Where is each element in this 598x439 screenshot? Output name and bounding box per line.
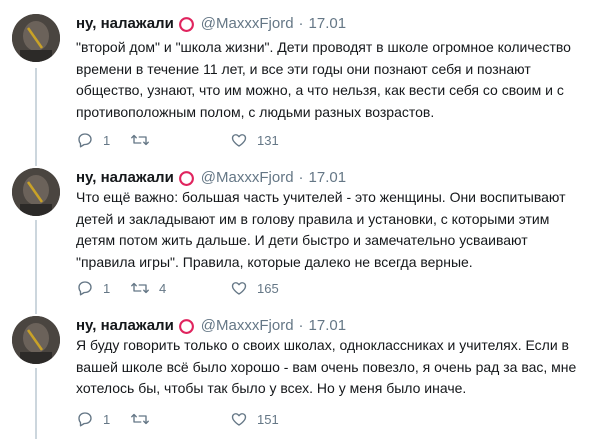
tweet[interactable]: ну, налажали @MaxxxFjord · 17.01 Что ещё…: [0, 160, 598, 308]
user-handle[interactable]: @MaxxxFjord: [201, 14, 294, 34]
thread-line: [35, 220, 37, 308]
timestamp[interactable]: 17.01: [309, 316, 347, 336]
like-count: 165: [257, 280, 279, 296]
avatar[interactable]: [12, 14, 60, 62]
retweet-button[interactable]: [130, 410, 230, 428]
like-icon: [231, 134, 247, 147]
reply-count: 1: [103, 280, 111, 296]
reply-count: 1: [103, 132, 111, 148]
reply-button[interactable]: 1: [76, 279, 130, 297]
like-count: 151: [257, 411, 279, 427]
thread-line: [35, 68, 37, 160]
separator: ·: [298, 169, 304, 186]
avatar[interactable]: [12, 168, 60, 216]
tweet[interactable]: ну, налажали @MaxxxFjord · 17.01 Я буду …: [0, 308, 598, 439]
tweet-text: "второй дом" и "школа жизни". Дети прово…: [76, 39, 571, 120]
retweet-icon: [131, 282, 149, 294]
red-circle-icon: [178, 16, 194, 32]
reply-icon: [78, 133, 92, 148]
timestamp[interactable]: 17.01: [309, 14, 347, 34]
like-count: 131: [257, 132, 279, 148]
reply-button[interactable]: 1: [76, 410, 130, 428]
reply-icon: [78, 412, 92, 427]
retweet-icon: [131, 134, 149, 146]
reply-icon: [78, 281, 92, 296]
tweet[interactable]: ну, налажали @MaxxxFjord · 17.01 "второй…: [0, 0, 598, 160]
display-name[interactable]: ну, налажали: [76, 14, 174, 34]
separator: ·: [298, 15, 304, 32]
retweet-button[interactable]: [130, 131, 230, 149]
user-handle[interactable]: @MaxxxFjord: [201, 168, 294, 188]
thread-line: [35, 160, 37, 166]
separator: ·: [298, 317, 304, 334]
retweet-count: 4: [159, 280, 167, 296]
display-name[interactable]: ну, налажали: [76, 168, 174, 188]
tweet-actions: 1 151: [76, 408, 279, 430]
user-handle[interactable]: @MaxxxFjord: [201, 316, 294, 336]
tweet-text: Что ещё важно: большая часть учителей - …: [76, 189, 566, 270]
like-button[interactable]: 151: [230, 410, 279, 428]
retweet-icon: [131, 413, 149, 425]
reply-count: 1: [103, 411, 111, 427]
retweet-button[interactable]: 4: [130, 279, 230, 297]
like-icon: [231, 282, 247, 295]
like-icon: [231, 413, 247, 426]
timestamp[interactable]: 17.01: [309, 168, 347, 188]
like-button[interactable]: 131: [230, 131, 279, 149]
tweet-actions: 1 131: [76, 129, 279, 151]
thread-line: [35, 368, 37, 439]
like-button[interactable]: 165: [230, 279, 279, 297]
red-circle-icon: [178, 318, 194, 334]
avatar[interactable]: [12, 316, 60, 364]
tweet-text: Я буду говорить только о своих школах, о…: [76, 337, 577, 396]
reply-button[interactable]: 1: [76, 131, 130, 149]
red-circle-icon: [178, 170, 194, 186]
thread-line: [35, 308, 37, 314]
tweet-actions: 1 4 165: [76, 277, 279, 299]
display-name[interactable]: ну, налажали: [76, 316, 174, 336]
